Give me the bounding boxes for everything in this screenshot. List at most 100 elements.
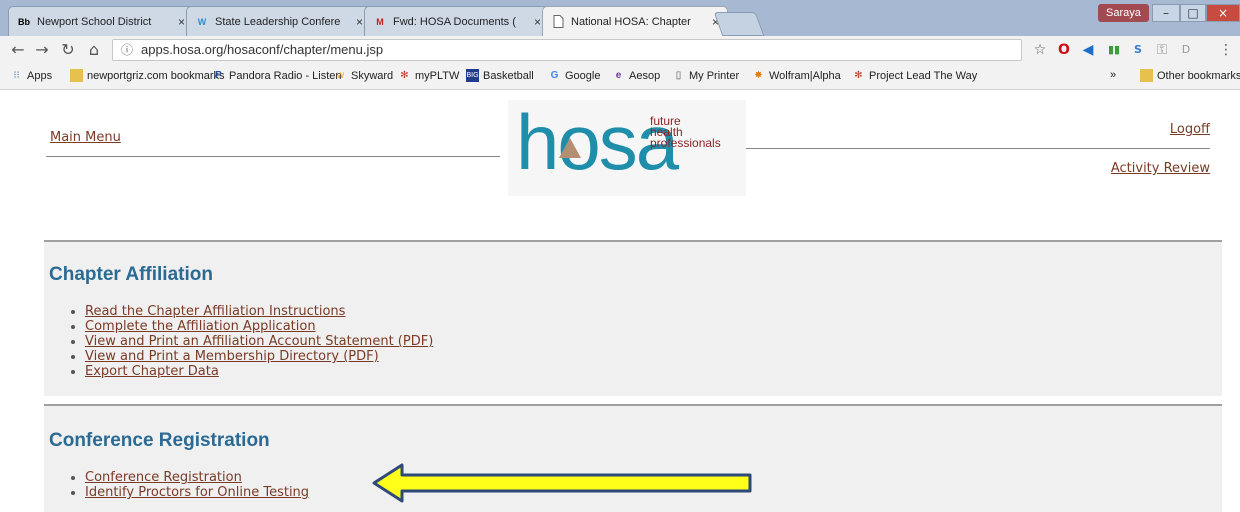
conference-registration-link[interactable]: Conference Registration [85,470,242,485]
browser-tab-strip: Bb Newport School District × W State Lea… [0,0,1240,36]
logo-triangle-icon [559,138,581,158]
tab-state-leadership-conference[interactable]: W State Leadership Confere × [186,6,372,36]
bookmark-project-lead-the-way[interactable]: ✻ Project Lead The Way [852,69,977,82]
bookmark-my-printer[interactable]: ▯ My Printer [672,69,739,82]
bookmarks-bar: ⁝⁝ Apps newportgriz.com bookmarks P Pandor… [0,64,1240,90]
tab-label: Newport School District [37,15,152,28]
new-tab-button[interactable] [713,12,765,36]
reload-icon[interactable]: ↻ [58,40,78,60]
section-title: Conference Registration [49,430,270,451]
bookmark-google[interactable]: G Google [548,69,601,82]
bookmark-wolfram-alpha[interactable]: ✸ Wolfram|Alpha [752,69,841,82]
bookmark-label: My Printer [689,69,740,82]
list-item: Read the Chapter Affiliation Instruction… [85,304,433,319]
opera-extension-icon[interactable]: O [1054,40,1074,60]
home-icon[interactable]: ⌂ [84,40,104,60]
logoff-link[interactable]: Logoff [1170,122,1210,137]
list-item: Conference Registration [85,470,309,485]
profile-button[interactable]: Saraya [1098,4,1149,22]
maximize-icon[interactable]: □ [1180,4,1206,22]
minimize-icon[interactable]: – [1152,4,1180,22]
conference-registration-links: Conference Registration Identify Proctor… [64,470,309,500]
list-item: View and Print an Affiliation Account St… [85,334,433,349]
complete-affiliation-application-link[interactable]: Complete the Affiliation Application [85,319,316,334]
google-icon: G [550,70,559,81]
url-text: apps.hosa.org/hosaconf/chapter/menu.jsp [141,42,384,57]
bookmark-label: Other bookmarks [1157,69,1240,82]
bookmark-newportgriz[interactable]: newportgriz.com bookmarks [70,69,225,82]
gmail-icon: M [376,16,384,27]
chrome-menu-icon[interactable]: ⋮ [1216,40,1236,60]
wordpress-icon: W [197,16,207,27]
chapter-affiliation-links: Read the Chapter Affiliation Instruction… [64,304,433,379]
tab-label: Fwd: HOSA Documents ( [393,15,516,28]
forward-arrow-icon[interactable]: → [32,40,52,60]
bookmark-label: Aesop [629,69,661,82]
aesop-icon: e [615,70,622,81]
logo-tagline-line: professionals [650,136,721,150]
chart-extension-icon[interactable]: ▮▮ [1104,40,1124,60]
bookmark-label: Wolfram|Alpha [769,69,841,82]
bookmark-apps[interactable]: ⁝⁝ Apps [10,69,52,82]
bookmark-label: Skyward [351,69,394,82]
atom-icon: ✻ [854,70,863,81]
bookmark-label: myPLTW [415,69,460,82]
bookmark-label: Basketball [483,69,534,82]
megaphone-extension-icon[interactable]: ◀ [1078,40,1098,60]
browser-toolbar: ← → ↻ ⌂ ⓘ apps.hosa.org/hosaconf/chapter… [0,36,1240,64]
blackboard-icon: Bb [18,16,30,27]
main-menu-link[interactable]: Main Menu [50,130,121,145]
chapter-affiliation-section: Chapter Affiliation Read the Chapter Aff… [44,240,1222,396]
bookmarks-overflow-button[interactable]: » [1110,69,1116,81]
bookmark-star-icon[interactable]: ☆ [1030,40,1050,60]
key-extension-icon[interactable]: ⚿ [1152,40,1172,60]
list-item: Export Chapter Data [85,364,433,379]
list-item: View and Print a Membership Directory (P… [85,349,433,364]
bookmark-basketball[interactable]: BIG Basketball [466,69,534,82]
list-item: Complete the Affiliation Application [85,319,433,334]
overflow-chevron-icon: » [1110,69,1117,81]
close-window-icon[interactable]: × [1206,4,1240,22]
read-affiliation-instructions-link[interactable]: Read the Chapter Affiliation Instruction… [85,304,345,319]
tab-newport-school-district[interactable]: Bb Newport School District × [8,6,194,36]
header-divider [46,156,500,157]
address-bar[interactable]: ⓘ apps.hosa.org/hosaconf/chapter/menu.js… [112,39,1022,61]
atom-icon: ✻ [400,70,409,81]
header-divider [740,148,1210,149]
page-icon [551,15,565,29]
close-tab-icon[interactable]: × [356,15,363,29]
pandora-icon: P [215,70,222,81]
tab-gmail-fwd-hosa-documents[interactable]: M Fwd: HOSA Documents ( × [364,6,550,36]
bookmark-mypltw[interactable]: ✻ myPLTW [398,69,459,82]
bookmark-label: Apps [27,69,53,82]
affiliation-account-statement-link[interactable]: View and Print an Affiliation Account St… [85,334,433,349]
hosa-logo: hosa future health professionals [508,100,746,196]
identify-proctors-link[interactable]: Identify Proctors for Online Testing [85,485,309,500]
back-arrow-icon[interactable]: ← [8,40,28,60]
d-extension-icon[interactable]: D [1176,40,1196,60]
tab-national-hosa-chapter[interactable]: National HOSA: Chapter × [542,6,728,36]
bookmark-aesop[interactable]: e Aesop [612,69,660,82]
s-extension-icon[interactable]: S [1128,40,1148,60]
membership-directory-link[interactable]: View and Print a Membership Directory (P… [85,349,379,364]
tab-label: State Leadership Confere [215,15,341,28]
bookmark-pandora[interactable]: P Pandora Radio - Listen [212,69,341,82]
activity-review-link[interactable]: Activity Review [1111,161,1210,176]
export-chapter-data-link[interactable]: Export Chapter Data [85,364,219,379]
close-tab-icon[interactable]: × [534,15,541,29]
folder-icon [1140,69,1153,82]
logo-tagline: future health professionals [650,115,721,150]
list-item: Identify Proctors for Online Testing [85,485,309,500]
close-tab-icon[interactable]: × [178,15,185,29]
tab-label: National HOSA: Chapter [571,15,691,28]
bookmark-skyward[interactable]: w Skyward [334,69,393,82]
page-icon: ▯ [675,70,682,81]
bookmark-label: Project Lead The Way [869,69,978,82]
other-bookmarks[interactable]: Other bookmarks [1140,69,1240,82]
apps-grid-icon: ⁝⁝ [13,70,20,81]
bookmark-label: newportgriz.com bookmarks [87,69,225,82]
bookmark-label: Google [565,69,601,82]
info-icon[interactable]: ⓘ [121,40,133,60]
yellow-arrow-annotation [372,463,752,503]
big-icon: BIG [466,69,479,82]
